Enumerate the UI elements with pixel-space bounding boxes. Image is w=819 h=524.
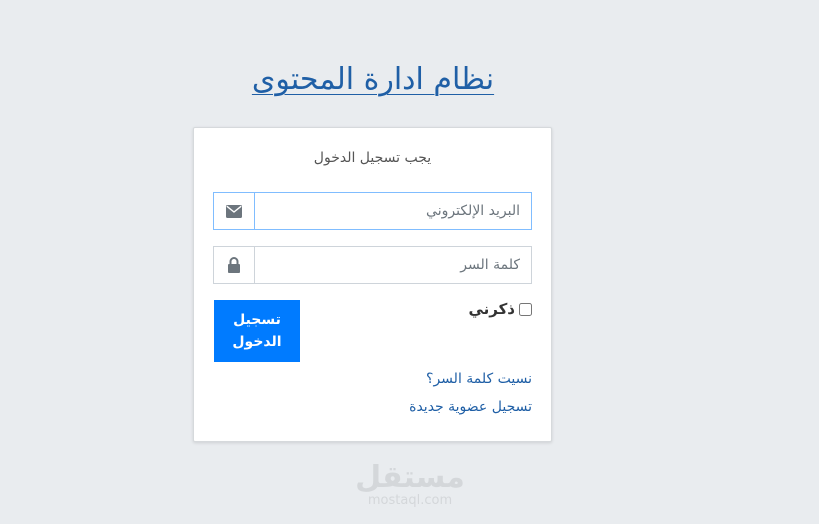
watermark-latin: mostaql.com	[367, 493, 453, 508]
remember-checkbox[interactable]	[519, 302, 532, 316]
site-title[interactable]: نظام ادارة المحتوى	[0, 62, 746, 97]
login-button[interactable]: تسجيل الدخول	[214, 300, 300, 362]
watermark-arabic: مستقل	[355, 460, 465, 495]
email-input[interactable]	[254, 192, 532, 230]
lock-icon	[213, 246, 254, 284]
watermark-logo: مستقل mostaql.com	[350, 462, 470, 508]
forgot-password-link[interactable]: نسيت كلمة السر؟	[426, 371, 532, 387]
remember-label: ذكرني	[468, 300, 515, 318]
register-link[interactable]: تسجيل عضوية جديدة	[409, 399, 532, 415]
login-card: يجب تسجيل الدخول ذكرني تسجيل الدخول نسيت…	[193, 127, 552, 442]
password-input[interactable]	[254, 246, 532, 284]
password-group	[213, 246, 532, 284]
remember-me[interactable]: ذكرني	[468, 300, 532, 318]
login-message: يجب تسجيل الدخول	[313, 150, 432, 166]
envelope-icon	[213, 192, 254, 230]
email-group	[213, 192, 532, 230]
